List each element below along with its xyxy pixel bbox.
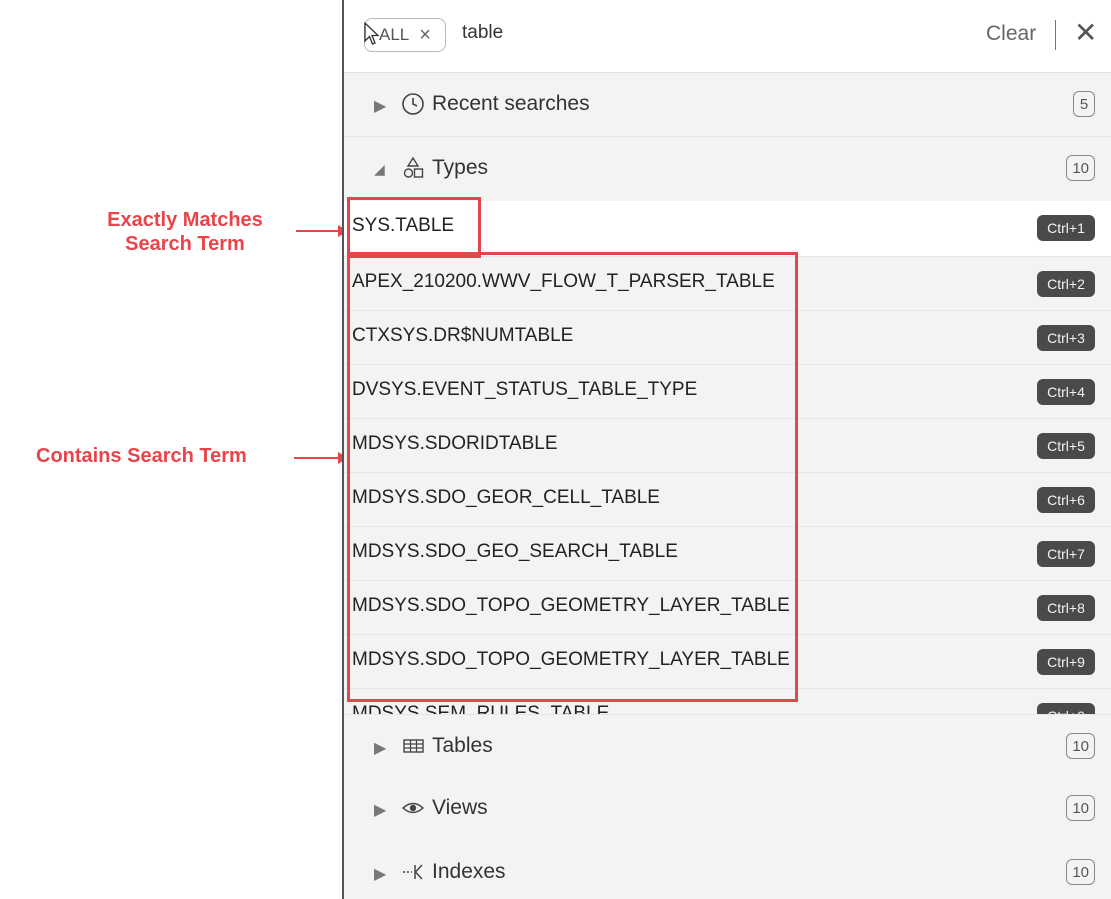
mouse-cursor-icon [364, 22, 380, 45]
result-name: APEX_210200.WWV_FLOW_T_PARSER_TABLE [352, 271, 775, 292]
result-name: MDSYS.SDO_GEO_SEARCH_TABLE [352, 541, 678, 562]
expand-triangle-icon[interactable]: ▶ [374, 864, 386, 884]
section-tables[interactable]: ▶ Tables 10 [344, 714, 1111, 779]
result-row[interactable]: MDSYS.SDO_TOPO_GEOMETRY_LAYER_TABLE Ctrl… [344, 581, 1111, 635]
section-label: Views [432, 796, 488, 819]
count-badge: 10 [1066, 733, 1095, 759]
result-name: CTXSYS.DR$NUMTABLE [352, 325, 574, 346]
expand-triangle-icon[interactable]: ▶ [374, 800, 386, 820]
annotation-arrow-line [296, 230, 341, 232]
shapes-icon [403, 156, 424, 178]
shortcut-badge: Ctrl+7 [1037, 541, 1095, 567]
result-name: DVSYS.EVENT_STATUS_TABLE_TYPE [352, 379, 698, 400]
annotation-contains: Contains Search Term [36, 444, 286, 468]
collapse-triangle-icon[interactable]: ◢ [374, 161, 385, 178]
section-types[interactable]: ◢ Types 10 [344, 137, 1111, 202]
count-badge: 10 [1066, 795, 1095, 821]
result-row[interactable]: MDSYS.SDORIDTABLE Ctrl+5 [344, 419, 1111, 473]
section-recent-searches[interactable]: ▶ Recent searches 5 [344, 73, 1111, 137]
count-badge: 5 [1073, 91, 1095, 117]
section-views[interactable]: ▶ Views 10 [344, 777, 1111, 842]
section-label: Tables [432, 734, 493, 757]
expand-triangle-icon[interactable]: ▶ [374, 96, 386, 116]
index-arrow-icon [403, 864, 423, 880]
annotation-arrow-line [294, 457, 342, 459]
toolbar-divider [1055, 20, 1056, 50]
table-grid-icon [403, 739, 424, 753]
clock-icon [402, 93, 424, 115]
result-row[interactable]: MDSYS.SDO_GEOR_CELL_TABLE Ctrl+6 [344, 473, 1111, 527]
eye-icon [401, 802, 425, 814]
chip-remove-icon[interactable]: × [419, 24, 431, 47]
section-label: Recent searches [432, 92, 590, 115]
search-bar: ALL × table Clear ✕ [344, 0, 1111, 73]
result-row[interactable]: MDSYS.SDO_GEO_SEARCH_TABLE Ctrl+7 [344, 527, 1111, 581]
count-badge: 10 [1066, 859, 1095, 885]
shortcut-badge: Ctrl+2 [1037, 271, 1095, 297]
section-label: Indexes [432, 860, 506, 883]
annotation-exact-line1: Exactly Matches [107, 209, 263, 231]
shortcut-badge: Ctrl+6 [1037, 487, 1095, 513]
shortcut-badge: Ctrl+5 [1037, 433, 1095, 459]
scope-chip-label: ALL [379, 25, 410, 44]
close-icon[interactable]: ✕ [1074, 18, 1097, 48]
result-row[interactable]: CTXSYS.DR$NUMTABLE Ctrl+3 [344, 311, 1111, 365]
annotation-exact-line2: Search Term [125, 233, 245, 255]
search-input[interactable]: table [462, 22, 503, 44]
result-row[interactable]: DVSYS.EVENT_STATUS_TABLE_TYPE Ctrl+4 [344, 365, 1111, 419]
search-results-panel: ALL × table Clear ✕ ▶ Recent searches 5 … [342, 0, 1111, 899]
annotation-contains-text: Contains Search Term [36, 445, 247, 467]
result-name: MDSYS.SDO_TOPO_GEOMETRY_LAYER_TABLE [352, 595, 790, 616]
result-name: SYS.TABLE [352, 215, 455, 236]
shortcut-badge: Ctrl+8 [1037, 595, 1095, 621]
shortcut-badge: Ctrl+4 [1037, 379, 1095, 405]
section-label: Types [432, 156, 489, 179]
expand-triangle-icon[interactable]: ▶ [374, 738, 386, 758]
clear-button[interactable]: Clear [986, 22, 1036, 46]
shortcut-badge: Ctrl+3 [1037, 325, 1095, 351]
result-row[interactable]: MDSYS.SDO_TOPO_GEOMETRY_LAYER_TABLE Ctrl… [344, 635, 1111, 689]
shortcut-badge: Ctrl+9 [1037, 649, 1095, 675]
count-badge: 10 [1066, 155, 1095, 181]
result-name: MDSYS.SDO_GEOR_CELL_TABLE [352, 487, 660, 508]
section-indexes[interactable]: ▶ Indexes 10 [344, 841, 1111, 899]
result-row[interactable]: APEX_210200.WWV_FLOW_T_PARSER_TABLE Ctrl… [344, 257, 1111, 311]
shortcut-badge: Ctrl+1 [1037, 215, 1095, 241]
annotation-exact-match: Exactly Matches Search Term [70, 208, 300, 256]
result-name: MDSYS.SDO_TOPO_GEOMETRY_LAYER_TABLE [352, 649, 790, 670]
result-name: MDSYS.SDORIDTABLE [352, 433, 558, 454]
result-row[interactable]: SYS.TABLE Ctrl+1 [344, 201, 1111, 257]
